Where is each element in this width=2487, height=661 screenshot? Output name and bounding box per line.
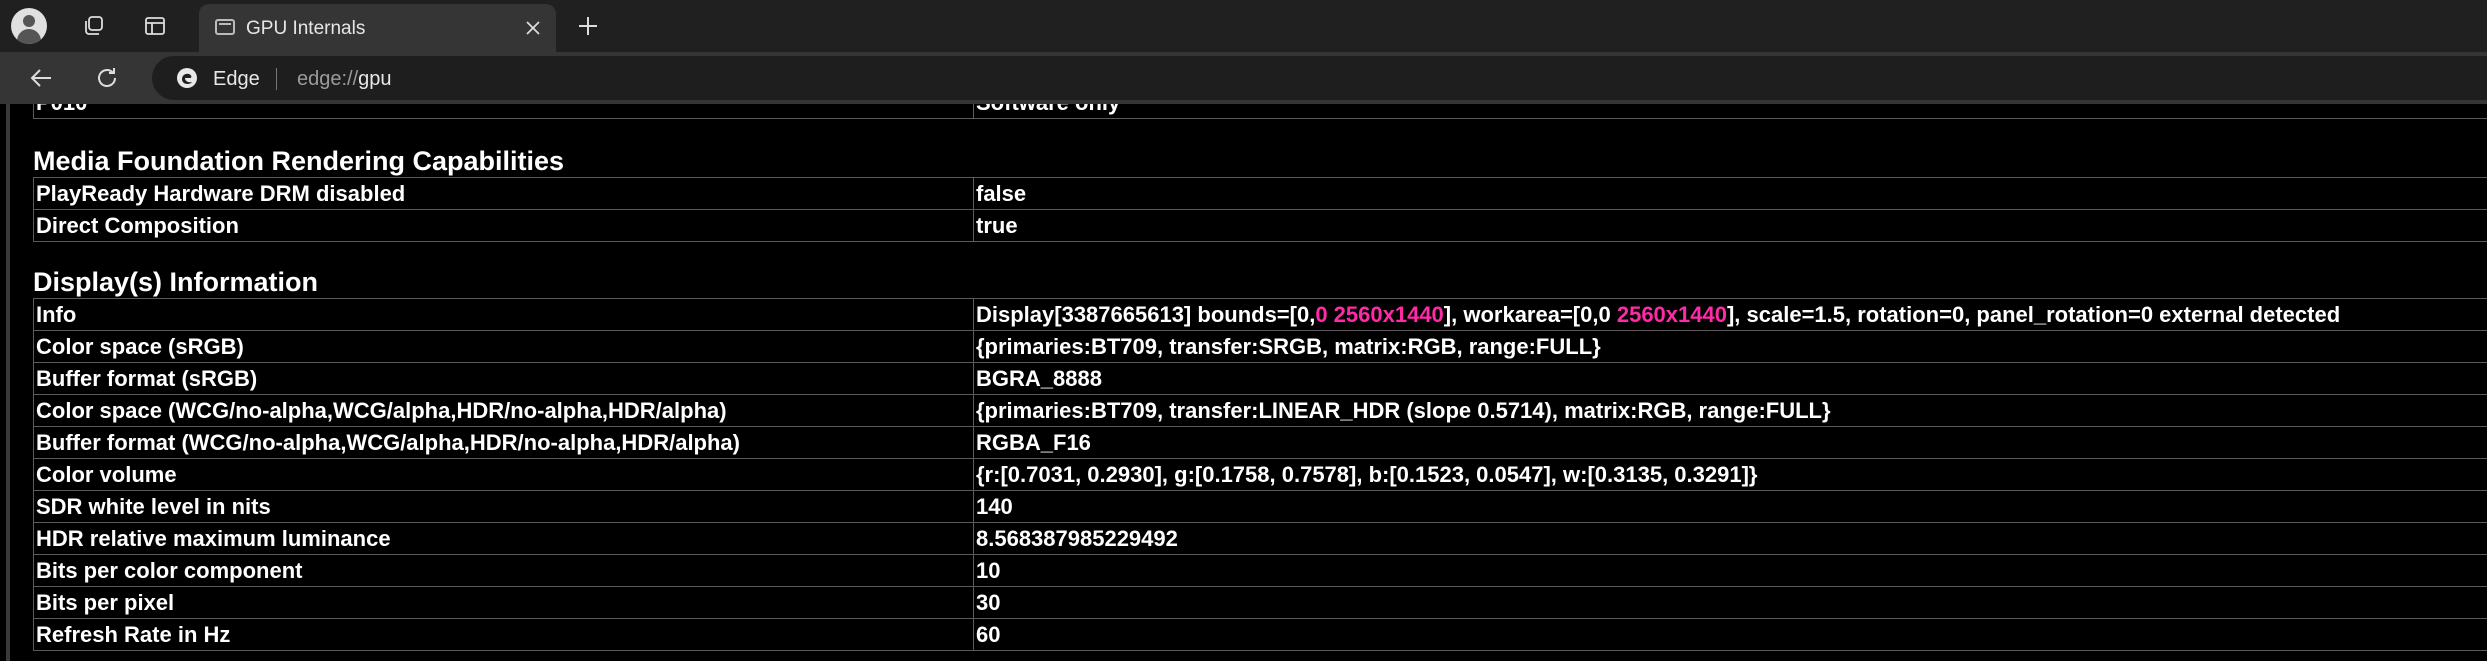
gpu-internals-page[interactable]: P010 Software only Media Foundation Rend… bbox=[0, 104, 2487, 661]
row-key: Info bbox=[33, 298, 974, 331]
display-info-table: Info Display[3387665613] bounds=[0,0 256… bbox=[33, 298, 2487, 651]
row-value: BGRA_8888 bbox=[973, 362, 2487, 395]
section-title-media-foundation: Media Foundation Rendering Capabilities bbox=[33, 146, 565, 176]
row-value: 8.568387985229492 bbox=[973, 522, 2487, 555]
edge-logo-icon bbox=[177, 68, 197, 88]
page-favicon-icon bbox=[215, 19, 235, 35]
row-value: 10 bbox=[973, 554, 2487, 587]
table-row: Direct Composition true bbox=[33, 209, 2487, 242]
info-part: ], workarea=[0,0 bbox=[1443, 301, 1617, 327]
close-tab-icon[interactable] bbox=[521, 16, 545, 40]
row-key: Color volume bbox=[33, 458, 974, 491]
info-highlight: 2560x1440 bbox=[1616, 301, 1727, 327]
row-key: PlayReady Hardware DRM disabled bbox=[33, 177, 974, 210]
table-row: Buffer format (sRGB) BGRA_8888 bbox=[33, 362, 2487, 395]
table-row: Color space (sRGB) {primaries:BT709, tra… bbox=[33, 330, 2487, 363]
tab-strip: GPU Internals bbox=[0, 0, 2487, 52]
address-bar[interactable]: Edge edge://gpu bbox=[152, 56, 2487, 100]
table-row: Buffer format (WCG/no-alpha,WCG/alpha,HD… bbox=[33, 426, 2487, 459]
toolbar: Edge edge://gpu bbox=[0, 52, 2487, 104]
row-key: Color space (sRGB) bbox=[33, 330, 974, 363]
table-row: SDR white level in nits 140 bbox=[33, 490, 2487, 523]
info-part: Display[3387665613] bounds=[0, bbox=[976, 301, 1316, 327]
row-key: Buffer format (sRGB) bbox=[33, 362, 974, 395]
url-scheme: edge:// bbox=[297, 68, 359, 90]
table-row: Refresh Rate in Hz 60 bbox=[33, 618, 2487, 651]
table-row: Color volume {r:[0.7031, 0.2930], g:[0.1… bbox=[33, 458, 2487, 491]
omnibox-divider bbox=[276, 68, 277, 90]
row-key: Bits per pixel bbox=[33, 586, 974, 619]
row-value: false bbox=[973, 177, 2487, 210]
row-value: {r:[0.7031, 0.2930], g:[0.1758, 0.7578],… bbox=[973, 458, 2487, 491]
row-value: {primaries:BT709, transfer:SRGB, matrix:… bbox=[973, 330, 2487, 363]
site-identity: Edge bbox=[213, 68, 260, 90]
table-row: PlayReady Hardware DRM disabled false bbox=[33, 177, 2487, 210]
table-row: Bits per pixel 30 bbox=[33, 586, 2487, 619]
row-value: RGBA_F16 bbox=[973, 426, 2487, 459]
tab-actions-icon[interactable] bbox=[139, 10, 171, 42]
row-key: P010 bbox=[33, 104, 974, 119]
table-row: Info Display[3387665613] bounds=[0,0 256… bbox=[33, 298, 2487, 331]
row-value: 140 bbox=[973, 490, 2487, 523]
table-row: P010 Software only bbox=[33, 104, 2487, 119]
section-title-displays: Display(s) Information bbox=[33, 267, 319, 297]
refresh-icon[interactable] bbox=[89, 60, 125, 96]
row-key: SDR white level in nits bbox=[33, 490, 974, 523]
url-text[interactable]: edge://gpu bbox=[297, 68, 392, 91]
row-key: HDR relative maximum luminance bbox=[33, 522, 974, 555]
row-key: Buffer format (WCG/no-alpha,WCG/alpha,HD… bbox=[33, 426, 974, 459]
media-foundation-table: PlayReady Hardware DRM disabled false Di… bbox=[33, 177, 2487, 242]
row-value: Software only bbox=[973, 104, 2487, 119]
page-left-edge bbox=[6, 104, 10, 661]
row-key: Bits per color component bbox=[33, 554, 974, 587]
url-host: gpu bbox=[358, 68, 392, 90]
table-row: Color space (WCG/no-alpha,WCG/alpha,HDR/… bbox=[33, 394, 2487, 427]
back-icon[interactable] bbox=[23, 60, 59, 96]
row-value: 60 bbox=[973, 618, 2487, 651]
row-key: Direct Composition bbox=[33, 209, 974, 242]
row-value: true bbox=[973, 209, 2487, 242]
row-key: Refresh Rate in Hz bbox=[33, 618, 974, 651]
workspaces-icon[interactable] bbox=[77, 10, 109, 42]
new-tab-icon[interactable] bbox=[572, 10, 604, 42]
info-part: ], scale=1.5, rotation=0, panel_rotation… bbox=[1726, 301, 2341, 327]
table-row: HDR relative maximum luminance 8.5683879… bbox=[33, 522, 2487, 555]
tab-title: GPU Internals bbox=[246, 18, 366, 39]
profile-avatar-icon[interactable] bbox=[11, 8, 47, 44]
tab-gpu-internals[interactable]: GPU Internals bbox=[199, 4, 556, 52]
row-value: Display[3387665613] bounds=[0,0 2560x144… bbox=[973, 298, 2487, 331]
row-key: Color space (WCG/no-alpha,WCG/alpha,HDR/… bbox=[33, 394, 974, 427]
table-row: Bits per color component 10 bbox=[33, 554, 2487, 587]
row-value: {primaries:BT709, transfer:LINEAR_HDR (s… bbox=[973, 394, 2487, 427]
info-highlight: 0 2560x1440 bbox=[1315, 301, 1444, 327]
row-value: 30 bbox=[973, 586, 2487, 619]
previous-table: P010 Software only bbox=[33, 104, 2487, 119]
